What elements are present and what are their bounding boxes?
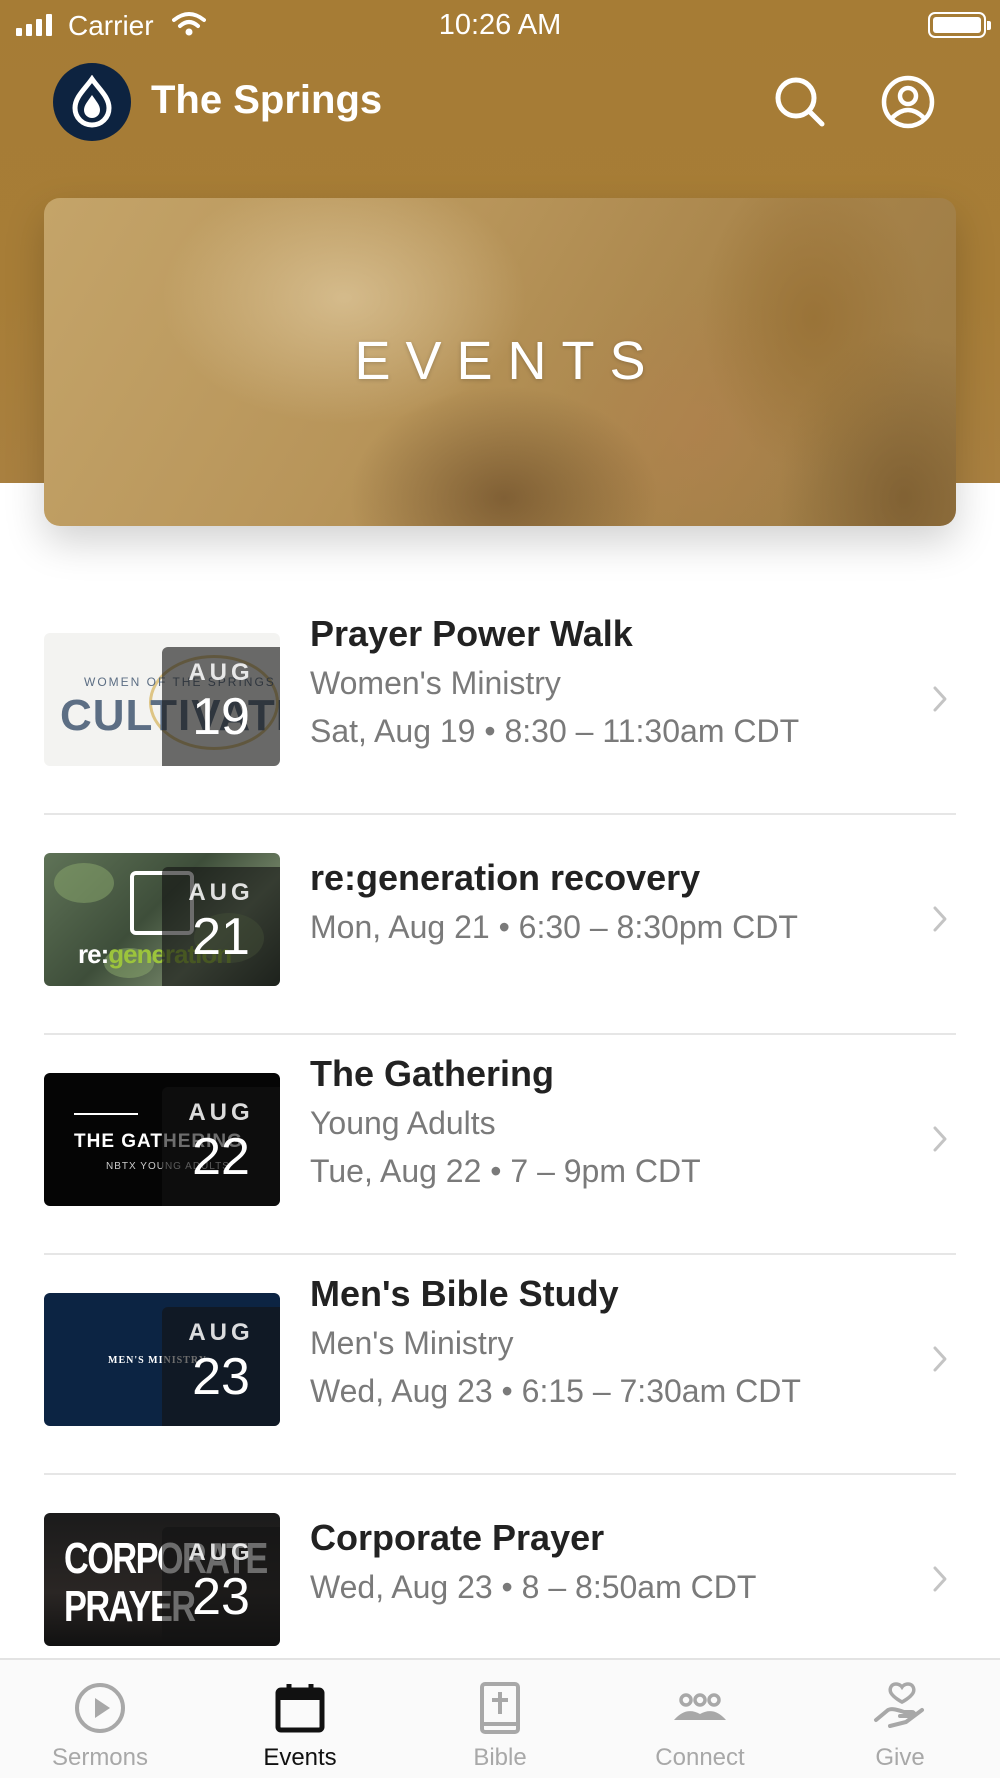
event-time: Mon, Aug 21 • 6:30 – 8:30pm CDT — [310, 909, 798, 945]
chevron-right-icon — [933, 686, 947, 712]
event-thumbnail: re:generation AUG 21 — [44, 853, 280, 986]
badge-day: 21 — [192, 908, 250, 966]
user-circle-icon — [881, 75, 935, 129]
tab-give[interactable]: Give — [800, 1660, 1000, 1778]
event-thumbnail: CORPORATE PRAYER AUG 23 — [44, 1513, 280, 1646]
event-title: re:generation recovery — [310, 857, 701, 898]
event-info: Corporate Prayer Wed, Aug 23 • 8 – 8:50a… — [310, 1513, 910, 1611]
date-badge: AUG 19 — [162, 647, 280, 766]
date-badge: AUG 23 — [162, 1307, 280, 1426]
chevron-right-icon — [933, 1346, 947, 1372]
badge-month: AUG — [188, 879, 254, 906]
badge-day: 23 — [192, 1348, 250, 1406]
springs-logo-icon[interactable] — [53, 63, 131, 141]
date-badge: AUG 22 — [162, 1087, 280, 1206]
badge-month: AUG — [188, 1319, 254, 1346]
search-button[interactable] — [772, 74, 828, 130]
tab-events[interactable]: Events — [200, 1660, 400, 1778]
tab-label: Sermons — [51, 1744, 149, 1771]
tab-sermons[interactable]: Sermons — [0, 1660, 200, 1778]
app-header: The Springs — [0, 60, 1000, 144]
badge-day: 22 — [192, 1128, 250, 1186]
tab-connect[interactable]: Connect — [600, 1660, 800, 1778]
tab-label: Connect — [655, 1744, 745, 1771]
bible-icon — [480, 1682, 520, 1734]
event-thumbnail: WOMEN OF THE SPRINGS CULTIVATE AUG 19 — [44, 633, 280, 766]
calendar-icon — [275, 1684, 325, 1733]
badge-month: AUG — [188, 659, 254, 686]
badge-month: AUG — [188, 1099, 254, 1126]
heart-hand-icon — [874, 1682, 924, 1728]
event-time: Sat, Aug 19 • 8:30 – 11:30am CDT — [310, 713, 800, 749]
badge-day: 19 — [192, 688, 250, 746]
event-ministry: Women's Ministry — [310, 665, 561, 701]
chevron-right-icon — [933, 1126, 947, 1152]
tab-label: Give — [875, 1744, 925, 1771]
event-ministry: Young Adults — [310, 1105, 496, 1141]
app-title: The Springs — [151, 78, 383, 122]
event-row-the-gathering[interactable]: THE GATHERING NBTX YOUNG ADULTS AUG 22 T… — [0, 1035, 1000, 1255]
date-badge: AUG 21 — [162, 867, 280, 986]
date-badge: AUG 23 — [162, 1527, 280, 1646]
profile-button[interactable] — [880, 74, 936, 130]
play-circle-icon — [75, 1683, 125, 1733]
event-title: Corporate Prayer — [310, 1517, 605, 1558]
event-title: The Gathering — [310, 1053, 555, 1094]
event-info: re:generation recovery Mon, Aug 21 • 6:3… — [310, 853, 910, 951]
tab-label: Bible — [473, 1744, 527, 1771]
people-icon — [674, 1693, 726, 1720]
event-title: Men's Bible Study — [310, 1273, 619, 1314]
badge-month: AUG — [188, 1539, 254, 1566]
event-row-regeneration-recovery[interactable]: re:generation AUG 21 re:generation recov… — [0, 815, 1000, 1035]
hero-title: EVENTS — [354, 331, 661, 391]
chevron-right-icon — [933, 1566, 947, 1592]
event-list: WOMEN OF THE SPRINGS CULTIVATE AUG 19 Pr… — [0, 595, 1000, 1695]
event-row-mens-bible-study[interactable]: MEN'S MINISTRY AUG 23 Men's Bible Study … — [0, 1255, 1000, 1475]
event-thumbnail: THE GATHERING NBTX YOUNG ADULTS AUG 22 — [44, 1073, 280, 1206]
battery-icon — [928, 12, 991, 38]
event-info: Prayer Power Walk Women's Ministry Sat, … — [310, 609, 910, 755]
event-time: Wed, Aug 23 • 6:15 – 7:30am CDT — [310, 1373, 801, 1409]
search-icon — [775, 77, 825, 127]
event-time: Tue, Aug 22 • 7 – 9pm CDT — [310, 1153, 701, 1189]
event-ministry: Men's Ministry — [310, 1325, 514, 1361]
bottom-tab-bar: Sermons Events Bible Connect Give — [0, 1658, 1000, 1778]
event-title: Prayer Power Walk — [310, 613, 633, 654]
event-info: Men's Bible Study Men's Ministry Wed, Au… — [310, 1269, 910, 1415]
event-thumbnail: MEN'S MINISTRY AUG 23 — [44, 1293, 280, 1426]
badge-day: 23 — [192, 1568, 250, 1626]
status-bar: Carrier 10:26 AM — [0, 0, 1000, 50]
chevron-right-icon — [933, 906, 947, 932]
tab-label: Events — [263, 1744, 337, 1771]
event-row-prayer-power-walk[interactable]: WOMEN OF THE SPRINGS CULTIVATE AUG 19 Pr… — [0, 595, 1000, 815]
events-hero-banner: EVENTS — [44, 198, 956, 526]
event-info: The Gathering Young Adults Tue, Aug 22 •… — [310, 1049, 910, 1195]
tab-bible[interactable]: Bible — [400, 1660, 600, 1778]
event-time: Wed, Aug 23 • 8 – 8:50am CDT — [310, 1569, 757, 1605]
clock: 10:26 AM — [438, 9, 562, 41]
